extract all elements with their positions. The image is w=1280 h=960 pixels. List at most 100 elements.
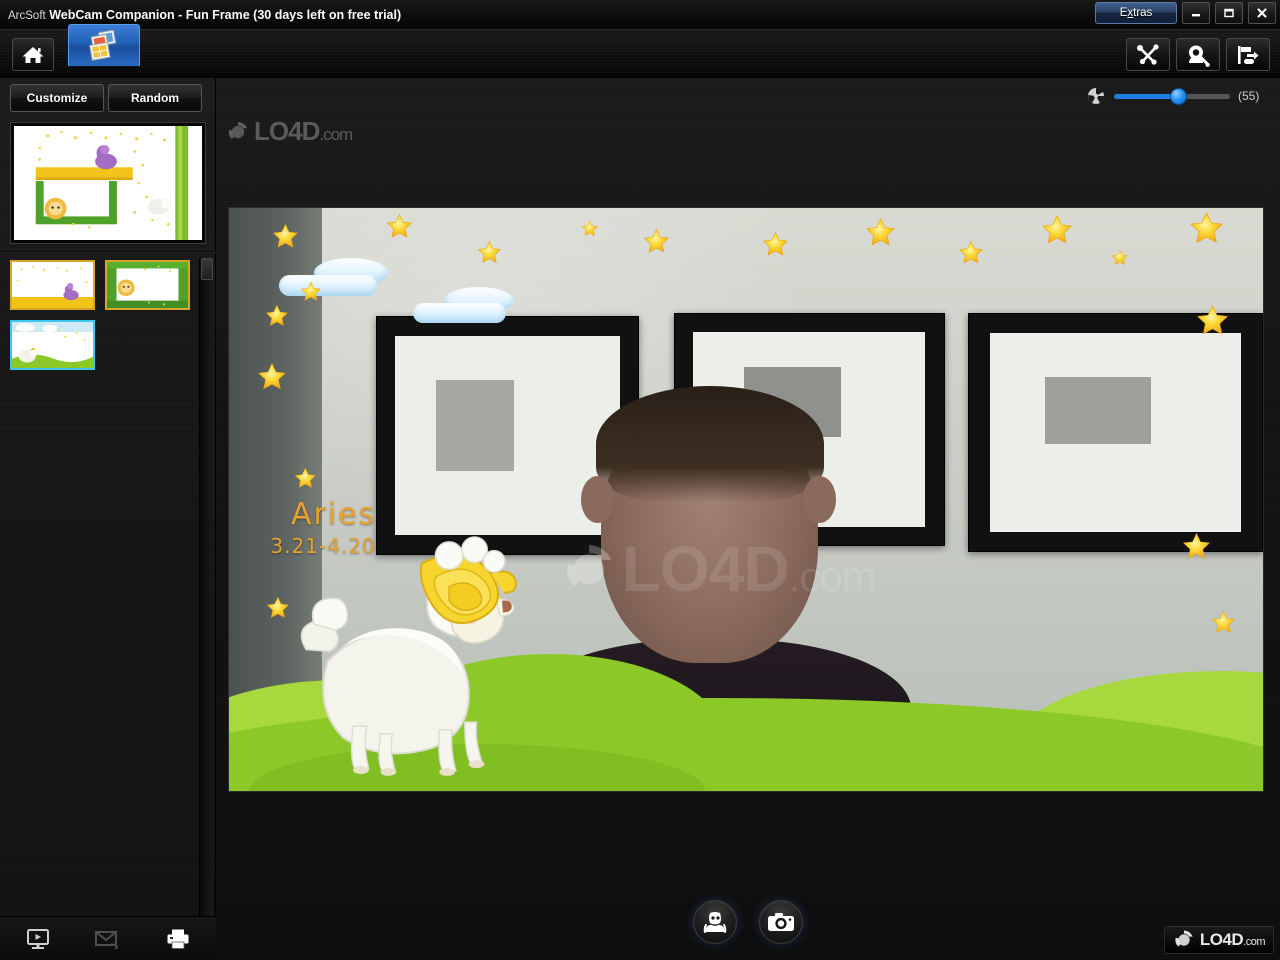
frame-opacity-icon bbox=[1088, 87, 1105, 104]
ram-sheep-character bbox=[291, 534, 529, 779]
settings-tools-button[interactable] bbox=[1126, 38, 1170, 71]
star-icon bbox=[1111, 249, 1128, 265]
customize-button[interactable]: Customize bbox=[10, 84, 104, 112]
frame-thumbnail-list bbox=[10, 260, 196, 370]
close-icon bbox=[1257, 8, 1267, 18]
star-1 bbox=[265, 304, 289, 328]
star-icon bbox=[1042, 215, 1072, 244]
sidebar-action-buttons: Customize Random bbox=[10, 84, 202, 112]
slideshow-button[interactable] bbox=[24, 925, 52, 953]
star-icon bbox=[267, 596, 289, 618]
sidebar-scrollbar-thumb[interactable] bbox=[201, 258, 213, 280]
star-icon bbox=[1190, 212, 1223, 244]
export-device-button[interactable] bbox=[1226, 38, 1270, 71]
star-icon bbox=[581, 220, 598, 236]
sidebar-divider bbox=[0, 251, 216, 253]
star-15 bbox=[1111, 249, 1129, 266]
document-title-label: - Fun Frame (30 days left on free trial) bbox=[178, 7, 402, 22]
random-button[interactable]: Random bbox=[108, 84, 202, 112]
star-icon bbox=[301, 281, 322, 301]
fun-mask-button[interactable] bbox=[693, 900, 737, 944]
star-12 bbox=[865, 217, 896, 248]
export-to-device-icon bbox=[1238, 45, 1259, 64]
print-icon bbox=[167, 929, 189, 949]
frame-thumbnail-3[interactable] bbox=[10, 320, 95, 370]
module-tab-fun-frame[interactable] bbox=[68, 24, 140, 66]
tools-icon bbox=[1137, 43, 1159, 65]
lo4d-logo-icon bbox=[1175, 930, 1193, 947]
cloud-2b bbox=[413, 303, 507, 323]
frame-thumbnail-2-art bbox=[107, 262, 188, 308]
lo4d-badge-text: LO4D.com bbox=[1199, 930, 1266, 949]
frame-opacity-value: (55) bbox=[1238, 89, 1260, 103]
star-icon bbox=[1183, 532, 1211, 559]
minimize-button[interactable] bbox=[1182, 2, 1210, 24]
sidebar-bottom-actions bbox=[0, 916, 216, 960]
star-2 bbox=[257, 362, 287, 392]
star-14 bbox=[1041, 214, 1073, 246]
watermark-topleft-text: LO4D.com bbox=[254, 116, 353, 146]
extras-button[interactable]: Ex tras bbox=[1095, 2, 1177, 24]
frame-preview-container[interactable] bbox=[10, 122, 206, 244]
watermark-topleft: LO4D.com bbox=[226, 116, 353, 147]
star-icon bbox=[258, 363, 286, 390]
maximize-icon bbox=[1224, 8, 1234, 18]
frame-opacity-slider-knob[interactable] bbox=[1169, 87, 1187, 105]
star-3 bbox=[294, 467, 317, 490]
frame-opacity-slider[interactable] bbox=[1114, 87, 1230, 105]
webcam-settings-button[interactable] bbox=[1176, 38, 1220, 71]
extras-label-post: tras bbox=[1133, 7, 1153, 19]
star-icon bbox=[866, 217, 895, 245]
cloud-1b bbox=[278, 275, 377, 297]
star-16 bbox=[1189, 211, 1224, 246]
frame-thumbnail-1[interactable] bbox=[10, 260, 95, 310]
email-button[interactable] bbox=[94, 925, 122, 953]
star-icon bbox=[1212, 611, 1236, 633]
frame-thumbnail-3-art bbox=[12, 322, 93, 368]
capture-photo-button[interactable] bbox=[759, 900, 803, 944]
sidebar-scrollbar[interactable] bbox=[199, 258, 213, 960]
toolbar-right-buttons bbox=[1126, 38, 1270, 71]
home-icon bbox=[22, 46, 44, 63]
frame-opacity-control: (55) bbox=[1086, 86, 1268, 106]
star-icon bbox=[387, 213, 412, 238]
frames-sidebar: Customize Random bbox=[0, 78, 216, 960]
main-toolbar bbox=[0, 24, 1280, 89]
slideshow-icon bbox=[27, 928, 49, 949]
star-icon bbox=[1197, 305, 1228, 335]
star-11 bbox=[762, 231, 789, 258]
star-4 bbox=[266, 596, 290, 620]
wall-picture-frame-3 bbox=[968, 312, 1263, 552]
home-button[interactable] bbox=[12, 38, 54, 71]
star-6 bbox=[300, 281, 322, 303]
close-button[interactable] bbox=[1248, 2, 1276, 24]
ram-sheep-art bbox=[300, 536, 517, 777]
frame-thumbnail-2[interactable] bbox=[105, 260, 190, 310]
star-icon bbox=[762, 232, 788, 256]
video-preview[interactable]: Aries 3.21-4.20 bbox=[229, 208, 1263, 791]
minimize-icon bbox=[1192, 14, 1200, 17]
star-10 bbox=[643, 228, 670, 255]
window-title: ArcSoft WebCam Companion - Fun Frame (30… bbox=[8, 8, 401, 22]
star-icon bbox=[959, 241, 983, 264]
star-icon bbox=[295, 468, 316, 489]
star-icon bbox=[478, 241, 501, 263]
frame-thumbnail-1-art bbox=[12, 262, 93, 308]
title-bar: ArcSoft WebCam Companion - Fun Frame (30… bbox=[0, 0, 1280, 30]
maximize-button[interactable] bbox=[1215, 2, 1243, 24]
webcam-settings-icon bbox=[1189, 45, 1210, 67]
application-window: ArcSoft WebCam Companion - Fun Frame (30… bbox=[0, 0, 1280, 960]
lo4d-watermark-badge: LO4D.com bbox=[1163, 926, 1274, 954]
email-icon bbox=[95, 930, 118, 949]
star-8 bbox=[477, 240, 502, 265]
print-button[interactable] bbox=[164, 925, 192, 953]
star-7 bbox=[386, 213, 413, 240]
star-icon bbox=[266, 305, 288, 326]
zodiac-name-label: Aries bbox=[291, 496, 377, 532]
frame-preview bbox=[14, 126, 202, 240]
star-5 bbox=[272, 223, 299, 250]
window-controls: Ex tras bbox=[1095, 2, 1276, 24]
star-17 bbox=[1196, 304, 1229, 337]
star-9 bbox=[581, 220, 599, 237]
star-19 bbox=[1211, 610, 1236, 635]
